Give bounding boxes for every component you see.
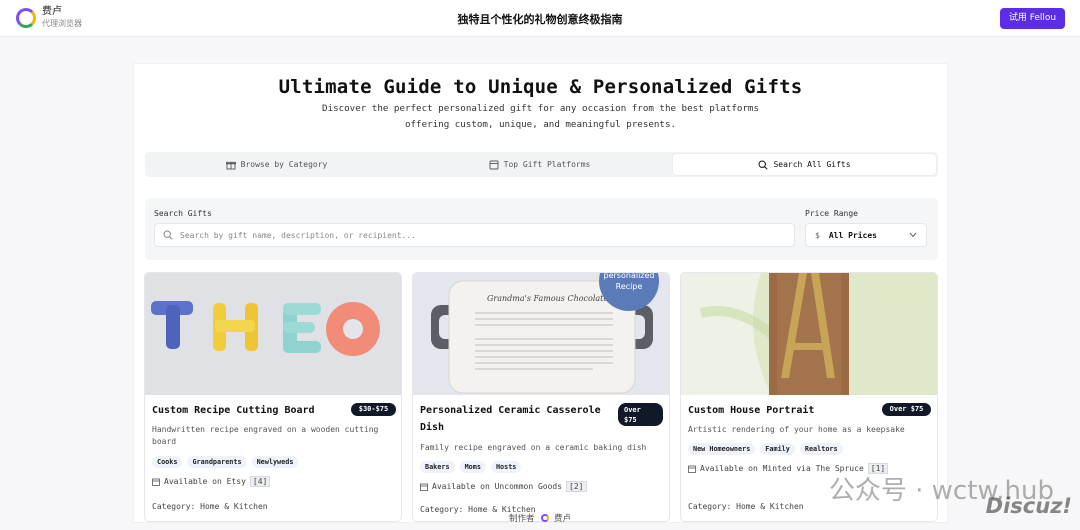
footer-brand[interactable]: 费卢	[554, 514, 571, 524]
main-panel: Ultimate Guide to Unique & Personalized …	[133, 63, 948, 523]
hero-subtitle-line-2: offering custom, unique, and meaningful …	[404, 119, 677, 130]
search-filter-box: Search Gifts Price Range Search by gift …	[145, 198, 938, 260]
price-badge: Over $75	[618, 403, 663, 426]
tag: Realtors	[799, 443, 843, 455]
tag-list: Bakers Moms Hosts	[420, 461, 526, 473]
price-badge: Over $75	[882, 403, 931, 416]
image-sticker-text-1: personalized	[604, 273, 655, 280]
price-badge: $30-$75	[351, 403, 396, 416]
tab-label: Top Gift Platforms	[503, 160, 591, 169]
watermark-logo: Discuz!	[985, 494, 1072, 518]
category-label: Category: Home & Kitchen	[688, 502, 804, 511]
hero-subtitle: Discover the perfect personalized gift f…	[304, 101, 777, 133]
tag: Family	[760, 443, 795, 455]
calendar-icon	[688, 465, 696, 473]
availability-text[interactable]: Available on Etsy	[164, 477, 246, 486]
page-title: 独特且个性化的礼物创意终极指南	[457, 13, 623, 26]
gift-description: Handwritten recipe engraved on a wooden …	[152, 425, 379, 446]
tab-browse-by-category[interactable]: Browse by Category	[145, 152, 408, 177]
price-line-2: $75	[624, 416, 637, 424]
gift-card[interactable]: Custom Recipe Cutting Board $30-$75 Hand…	[144, 272, 402, 522]
availability: Available on Etsy [4]	[152, 476, 271, 487]
price-range-select[interactable]: $ All Prices	[805, 223, 927, 247]
tab-bar: Browse by Category Top Gift Platforms Se…	[145, 152, 938, 177]
tag: Grandparents	[187, 456, 247, 468]
hero-subtitle-line-1: Discover the perfect personalized gift f…	[322, 103, 759, 114]
price-range-label: Price Range	[805, 209, 858, 218]
search-gifts-label: Search Gifts	[154, 209, 212, 218]
search-input[interactable]: Search by gift name, description, or rec…	[154, 223, 795, 247]
gift-image	[681, 273, 937, 395]
image-sticker-text-2: Recipe	[616, 282, 643, 291]
gift-image: Grandma's Famous Chocolate Cake personal…	[413, 273, 669, 395]
footer-logo-icon	[541, 514, 550, 522]
search-icon	[758, 159, 769, 170]
tab-label: Browse by Category	[240, 160, 328, 169]
tab-label: Search All Gifts	[773, 160, 851, 169]
calendar-icon	[420, 483, 428, 491]
search-icon	[163, 230, 173, 240]
chevron-down-icon	[909, 232, 917, 238]
tag: Cooks	[152, 456, 183, 468]
source-count[interactable]: [4]	[249, 476, 271, 487]
try-fellou-button[interactable]: 试用 Fellou	[1000, 8, 1065, 29]
source-count[interactable]: [2]	[566, 481, 587, 492]
availability-text[interactable]: Available on Uncommon Goods	[432, 482, 562, 491]
tag-list: Cooks Grandparents Newlyweds	[152, 456, 303, 468]
tag: Hosts	[490, 461, 522, 473]
calendar-icon	[152, 478, 160, 486]
price-line-1: Over	[624, 406, 641, 414]
gift-description: Artistic rendering of your home as a kee…	[688, 425, 905, 434]
gift-card[interactable]: Grandma's Famous Chocolate Cake personal…	[412, 272, 670, 522]
store-icon	[489, 160, 499, 169]
tab-search-all-gifts[interactable]: Search All Gifts	[673, 154, 936, 175]
tag: Moms	[459, 461, 486, 473]
footer: 制作者 费卢	[0, 512, 1080, 524]
dollar-icon: $	[815, 230, 820, 240]
made-by-label: 制作者	[509, 514, 535, 524]
availability: Available on Uncommon Goods [2]	[420, 481, 587, 492]
gift-title: Custom Recipe Cutting Board	[152, 405, 315, 416]
search-placeholder: Search by gift name, description, or rec…	[180, 230, 417, 240]
tag: Newlyweds	[251, 456, 299, 468]
tag: Bakers	[420, 461, 455, 473]
gift-image	[145, 273, 401, 395]
hero-title: Ultimate Guide to Unique & Personalized …	[278, 76, 803, 98]
price-range-value: All Prices	[828, 230, 877, 240]
gift-title: Personalized Ceramic Casserole Dish	[420, 405, 601, 433]
top-bar: 费卢 代理浏览器 独特且个性化的礼物创意终极指南 试用 Fellou	[0, 0, 1080, 37]
tag: New Homeowners	[688, 443, 756, 455]
category-label: Category: Home & Kitchen	[152, 502, 268, 511]
gift-description: Family recipe engraved on a ceramic baki…	[420, 443, 647, 452]
gift-icon	[225, 161, 236, 169]
tag-list: New Homeowners Family Realtors	[688, 443, 848, 455]
gift-title: Custom House Portrait	[688, 405, 815, 416]
tab-top-gift-platforms[interactable]: Top Gift Platforms	[408, 152, 671, 177]
